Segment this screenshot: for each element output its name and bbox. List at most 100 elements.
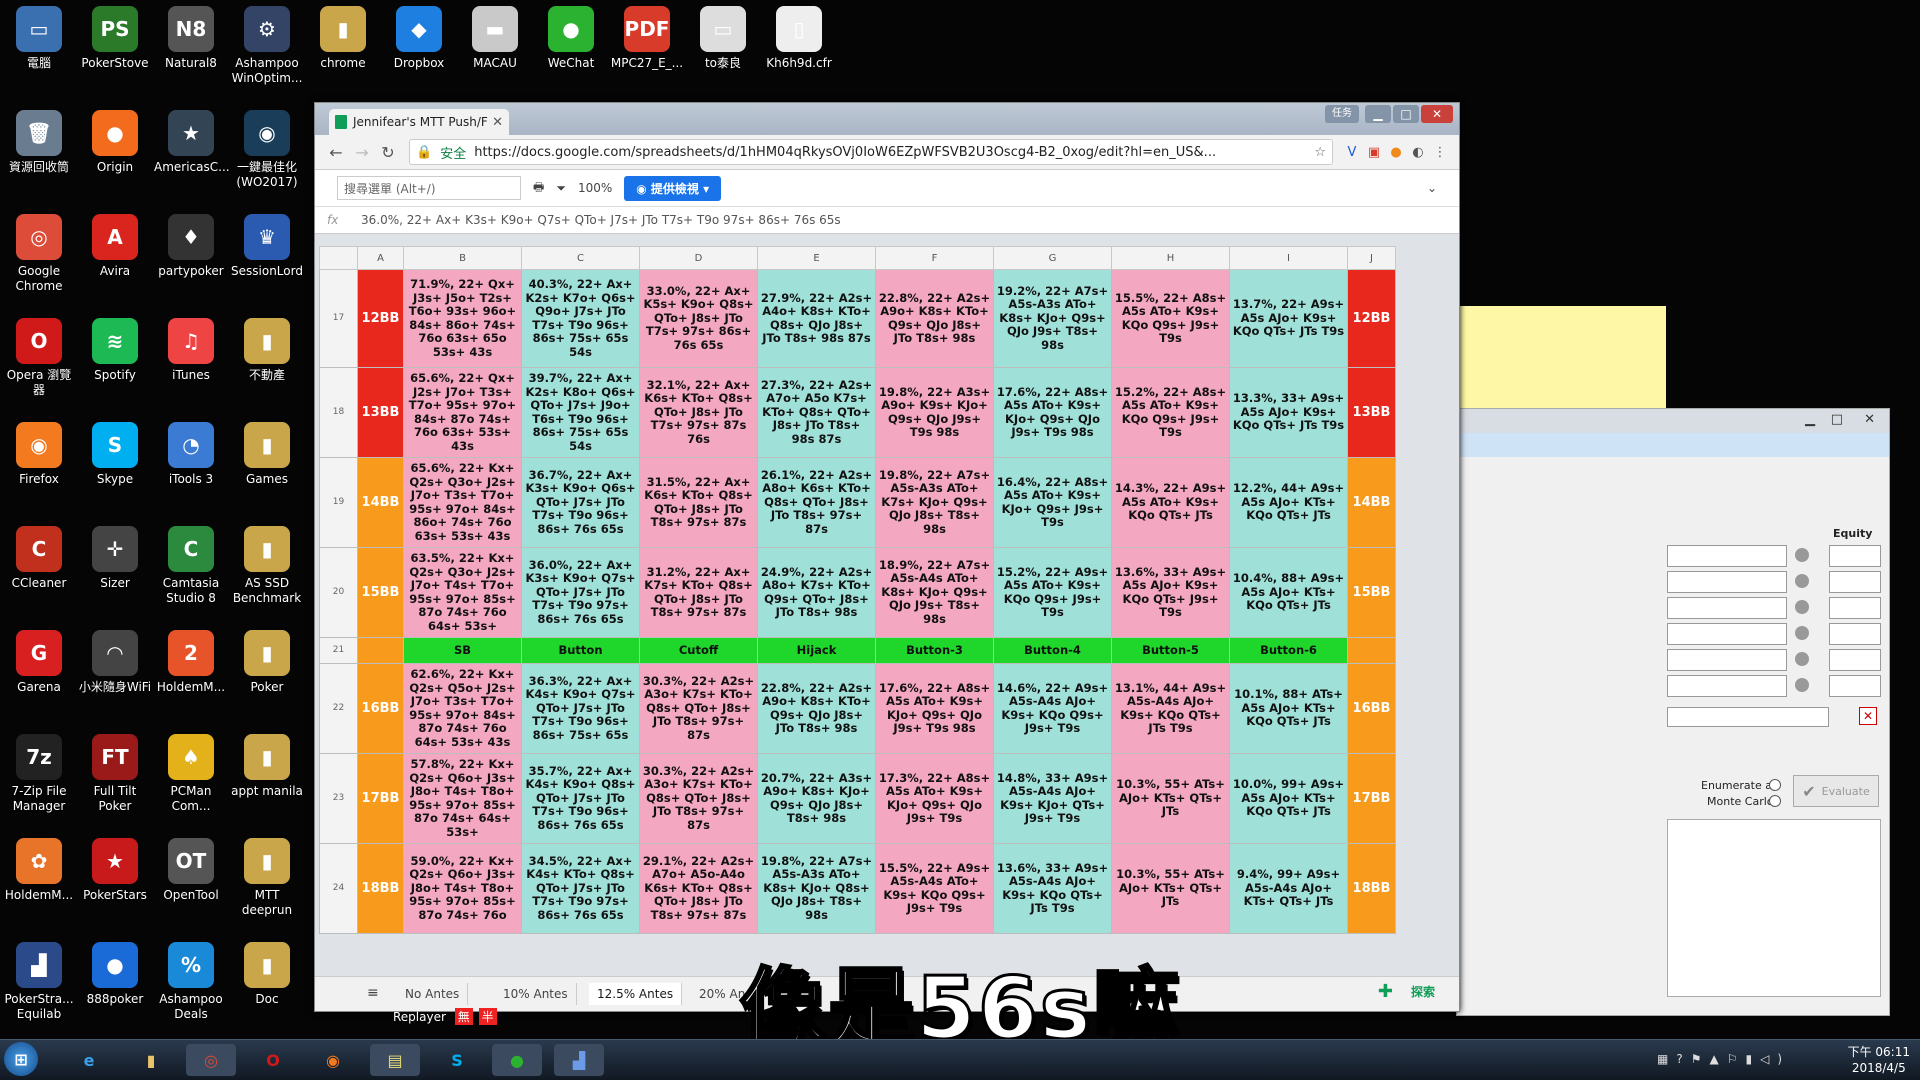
desktop-icon[interactable]: ▯ Kh6h9d.cfr <box>762 6 836 71</box>
desktop-icon[interactable]: PS PokerStove <box>78 6 152 71</box>
menu-search-input[interactable]: 搜尋選單 (Alt+/) <box>337 176 521 200</box>
range-cell[interactable]: 19.8%, 22+ A7s+ A5s-A3s ATo+ K8s+ KJo+ Q… <box>757 843 876 934</box>
desktop-icon[interactable]: A Avira <box>78 214 152 279</box>
chrome-window[interactable]: Jennifear's MTT Push/F ✕ 任务 ▁ □ ✕ ← → ↻ … <box>314 102 1460 1012</box>
desktop-icon[interactable]: ♠ PCMan Com... <box>154 734 228 814</box>
desktop-icon[interactable]: G Garena <box>2 630 76 695</box>
sheet-tab[interactable]: 12.5% Antes <box>589 983 683 1005</box>
stack-size-cell[interactable]: 17BB <box>357 753 404 844</box>
range-cell[interactable]: Cutoff <box>639 637 758 664</box>
range-cell[interactable]: 19.8%, 22+ A3s+ A9o+ K9s+ KJo+ Q9s+ QJo … <box>875 367 994 458</box>
player-range-input-2[interactable] <box>1667 571 1787 593</box>
sheet-tab[interactable]: 10% Antes <box>495 983 577 1005</box>
desktop-icon[interactable]: O Opera 瀏覽器 <box>2 318 76 398</box>
range-cell[interactable]: 36.3%, 22+ Ax+ K4s+ K9o+ Q7s+ QTo+ J7s+ … <box>521 663 640 754</box>
row-number[interactable]: 22 <box>319 663 358 754</box>
monte-carlo-radio[interactable] <box>1769 795 1781 807</box>
equilab-window[interactable]: ▁ □ ✕ Equity ✕ Enumerate all Monte Carlo… <box>1456 408 1890 1016</box>
column-header[interactable]: J <box>1347 246 1396 270</box>
row-number[interactable]: 21 <box>319 637 358 664</box>
range-cell[interactable]: 14.8%, 33+ A9s+ A5s-A4s AJo+ K9s+ KJo+ Q… <box>993 753 1112 844</box>
column-header[interactable] <box>319 246 358 270</box>
range-cell[interactable]: 19.2%, 22+ A7s+ A5s-A3s ATo+ K8s+ KJo+ Q… <box>993 269 1112 368</box>
extension-orange-icon[interactable]: ● <box>1385 145 1407 160</box>
desktop-icon[interactable]: % Ashampoo Deals <box>154 942 228 1022</box>
range-button-6[interactable] <box>1795 678 1809 692</box>
row-number[interactable]: 20 <box>319 547 358 638</box>
desktop-icon[interactable]: ◉ Firefox <box>2 422 76 487</box>
column-header[interactable]: I <box>1229 246 1348 270</box>
range-cell[interactable]: 65.6%, 22+ Kx+ Q2s+ Q3o+ J2s+ J7o+ T3s+ … <box>403 457 522 548</box>
desktop-icon[interactable]: PDF MPC27_E_... <box>610 6 684 71</box>
explore-button[interactable]: 探索 <box>1411 983 1435 1000</box>
evaluate-button[interactable]: ✔ Evaluate <box>1793 775 1879 807</box>
desktop-icon[interactable]: ◠ 小米隨身WiFi <box>78 630 152 695</box>
row-number[interactable]: 17 <box>319 269 358 368</box>
range-cell[interactable]: 10.1%, 88+ ATs+ A5s AJo+ KTs+ KQo QTs+ J… <box>1229 663 1348 754</box>
present-button[interactable]: ◉ 提供檢視 ▾ <box>624 175 722 201</box>
column-header[interactable]: G <box>993 246 1112 270</box>
filter-icon[interactable]: ⏷ <box>556 181 566 196</box>
desktop-icon[interactable]: ◔ iTools 3 <box>154 422 228 487</box>
reload-icon[interactable]: ↻ <box>375 143 401 162</box>
range-cell[interactable]: 10.4%, 88+ A9s+ A5s AJo+ KTs+ KQo QTs+ J… <box>1229 547 1348 638</box>
range-cell[interactable]: 24.9%, 22+ A2s+ A8o+ K7s+ KTo+ Q9s+ QTo+… <box>757 547 876 638</box>
minimize-icon[interactable]: ▁ <box>1805 412 1815 427</box>
sheet-tab[interactable]: No Antes <box>397 983 469 1005</box>
range-cell[interactable]: 63.5%, 22+ Kx+ Q2s+ Q3o+ J2s+ J7o+ T4s+ … <box>403 547 522 638</box>
stack-size-cell[interactable] <box>1347 637 1396 664</box>
range-cell[interactable]: 29.1%, 22+ A2s+ A7o+ A5o-A4o K6s+ KTo+ Q… <box>639 843 758 934</box>
range-cell[interactable]: 71.9%, 22+ Qx+ J3s+ J5o+ T2s+ T6o+ 93s+ … <box>403 269 522 368</box>
range-cell[interactable]: 59.0%, 22+ Kx+ Q2s+ Q6o+ J3s+ J8o+ T4s+ … <box>403 843 522 934</box>
range-cell[interactable]: 33.0%, 22+ Ax+ K5s+ K9o+ Q8s+ QTo+ J8s+ … <box>639 269 758 368</box>
stack-size-cell[interactable]: 15BB <box>357 547 404 638</box>
desktop-icon[interactable]: ▮ appt manila <box>230 734 304 799</box>
desktop-icon[interactable]: ≋ Spotify <box>78 318 152 383</box>
range-button-2[interactable] <box>1795 574 1809 588</box>
range-cell[interactable]: 36.7%, 22+ Ax+ K3s+ K9o+ Q6s+ QTo+ J7s+ … <box>521 457 640 548</box>
extension-record-icon[interactable]: ▣ <box>1363 145 1385 160</box>
row-number[interactable]: 24 <box>319 843 358 934</box>
explore-icon[interactable]: ✚ <box>1378 981 1393 1002</box>
desktop-icon[interactable]: ★ PokerStars <box>78 838 152 903</box>
desktop-icon[interactable]: ▮ chrome <box>306 6 380 71</box>
collapse-chevron-icon[interactable]: ⌄ <box>1427 181 1437 195</box>
range-cell[interactable]: 13.6%, 33+ A9s+ A5s-A4s AJo+ K9s+ KQo QT… <box>993 843 1112 934</box>
range-cell[interactable]: 10.3%, 55+ ATs+ AJo+ KTs+ QTs+ JTs <box>1111 753 1230 844</box>
range-cell[interactable]: 16.4%, 22+ A8s+ A5s ATo+ K9s+ KJo+ Q9s+ … <box>993 457 1112 548</box>
range-cell[interactable]: Button-3 <box>875 637 994 664</box>
desktop-icon[interactable]: 2 HoldemM... <box>154 630 228 695</box>
back-icon[interactable]: ← <box>323 143 349 162</box>
desktop-icon[interactable]: FT Full Tilt Poker <box>78 734 152 814</box>
range-cell[interactable]: 9.4%, 99+ A9s+ A5s-A4s AJo+ KTs+ QTs+ JT… <box>1229 843 1348 934</box>
all-sheets-icon[interactable]: ≡ <box>367 985 379 1001</box>
player-range-input-3[interactable] <box>1667 597 1787 619</box>
desktop-icon[interactable]: ▬ MACAU <box>458 6 532 71</box>
range-cell[interactable]: 15.5%, 22+ A9s+ A5s-A4s ATo+ K9s+ KQo Q9… <box>875 843 994 934</box>
taskbar-firefox-icon[interactable]: ◉ <box>308 1044 358 1076</box>
tab-close-icon[interactable]: ✕ <box>492 115 503 130</box>
range-cell[interactable]: 39.7%, 22+ Ax+ K2s+ K8o+ Q6s+ QTo+ J7s+ … <box>521 367 640 458</box>
desktop-icon[interactable]: ◆ Dropbox <box>382 6 456 71</box>
stack-size-cell[interactable]: 12BB <box>357 269 404 368</box>
taskbar-equilab-icon[interactable]: ▟ <box>554 1044 604 1076</box>
desktop-icon[interactable]: ▮ MTT deeprun <box>230 838 304 918</box>
range-cell[interactable]: 30.3%, 22+ A2s+ A3o+ K7s+ KTo+ Q8s+ QTo+… <box>639 663 758 754</box>
system-tray[interactable]: ▦?⚑▲⚐▮◁) <box>1657 1052 1790 1066</box>
column-header[interactable]: E <box>757 246 876 270</box>
range-cell[interactable]: 13.3%, 33+ A9s+ A5s AJo+ K9s+ KQo QTs+ J… <box>1229 367 1348 458</box>
board-clear-icon[interactable]: ✕ <box>1859 707 1877 725</box>
browser-tab[interactable]: Jennifear's MTT Push/F ✕ <box>329 109 509 135</box>
range-cell[interactable]: 26.1%, 22+ A2s+ A8o+ K6s+ KTo+ Q8s+ QTo+… <box>757 457 876 548</box>
range-button-1[interactable] <box>1795 548 1809 562</box>
range-cell[interactable]: 14.3%, 22+ A9s+ A5s ATo+ K9s+ KQo QTs+ J… <box>1111 457 1230 548</box>
enumerate-all-radio[interactable] <box>1769 779 1781 791</box>
range-cell[interactable]: 17.6%, 22+ A8s+ A5s ATo+ K9s+ KJo+ Q9s+ … <box>993 367 1112 458</box>
column-header[interactable]: F <box>875 246 994 270</box>
extension-user-icon[interactable]: ◐ <box>1407 145 1429 160</box>
range-cell[interactable]: 13.7%, 22+ A9s+ A5s AJo+ K9s+ KQo QTs+ J… <box>1229 269 1348 368</box>
range-cell[interactable]: Button-4 <box>993 637 1112 664</box>
close-icon[interactable]: ✕ <box>1421 105 1453 123</box>
desktop-icon[interactable]: ● 888poker <box>78 942 152 1007</box>
stack-size-cell[interactable]: 13BB <box>1347 367 1396 458</box>
